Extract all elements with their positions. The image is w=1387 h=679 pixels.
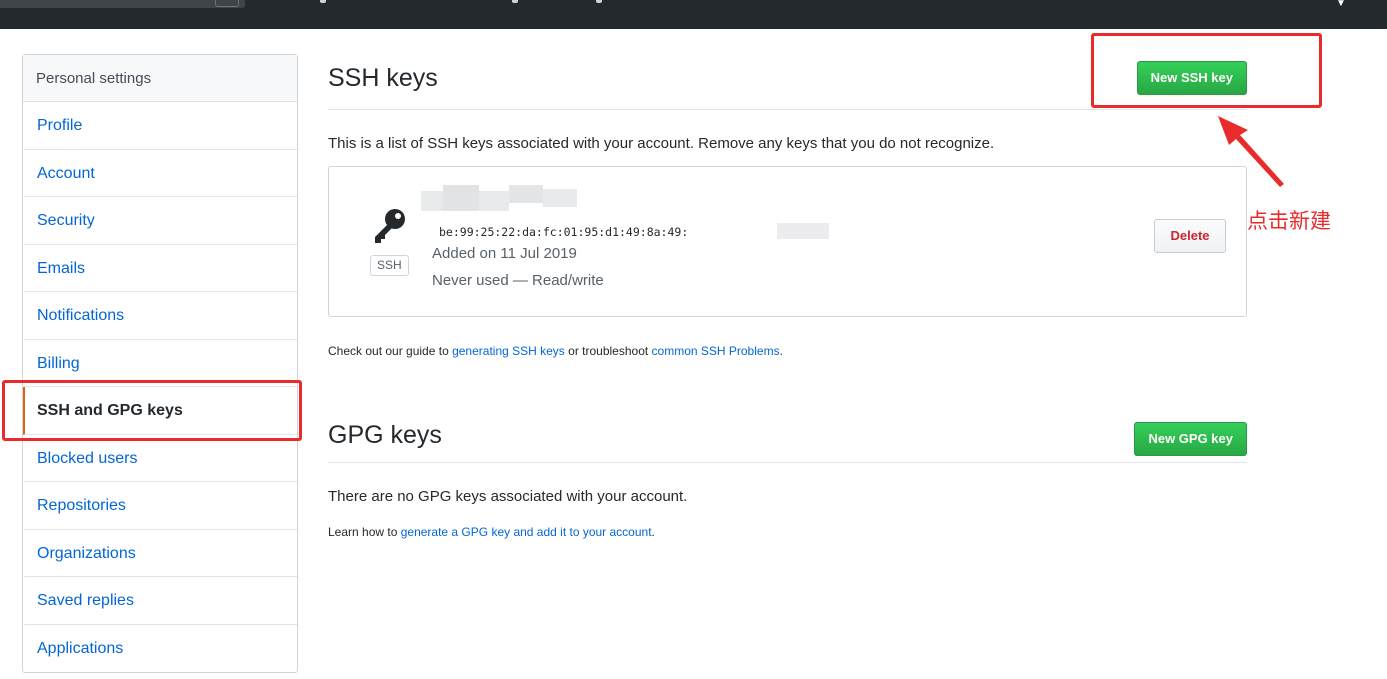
sidebar-item-billing[interactable]: Billing (23, 340, 297, 387)
ssh-keys-title: SSH keys (328, 64, 438, 92)
chevron-down-icon[interactable]: ▼ (1336, 0, 1346, 9)
header-nav-mark (512, 0, 518, 3)
sidebar-item-repositories[interactable]: Repositories (23, 482, 297, 530)
gpg-empty-text: There are no GPG keys associated with yo… (328, 488, 688, 505)
ssh-description: This is a list of SSH keys associated wi… (328, 135, 995, 152)
key-title-redacted (421, 185, 586, 211)
key-fingerprint: be:99:25:22:da:fc:01:95:d1:49:8a:49: (439, 225, 689, 239)
search-shortcut-hint (215, 0, 239, 7)
new-ssh-key-button[interactable]: New SSH key (1136, 61, 1247, 95)
sidebar-item-saved-replies[interactable]: Saved replies (23, 577, 297, 625)
delete-key-button[interactable]: Delete (1154, 219, 1226, 253)
ssh-key-item: SSH be:99:25:22:da:fc:01:95:d1:49:8a:49:… (328, 166, 1247, 317)
header-nav-mark (320, 0, 326, 3)
help-text-middle: or troubleshoot (564, 344, 652, 358)
sidebar-item-organizations[interactable]: Organizations (23, 530, 297, 577)
key-icon (375, 209, 405, 243)
header-nav-mark (596, 0, 602, 3)
sidebar-item-security[interactable]: Security (23, 197, 297, 245)
help-text-prefix: Learn how to (328, 525, 401, 539)
settings-sidebar: Personal settings Profile Account Securi… (22, 54, 298, 673)
help-text-prefix: Check out our guide to (328, 344, 453, 358)
generate-gpg-key-link[interactable]: generate a GPG key and add it to your ac… (401, 525, 652, 539)
sidebar-item-notifications[interactable]: Notifications (23, 292, 297, 340)
main-content: SSH keys New SSH key This is a list of S… (328, 54, 1247, 539)
common-ssh-problems-link[interactable]: common SSH Problems (652, 344, 780, 358)
key-added-date: Added on 11 Jul 2019 (432, 245, 577, 262)
top-header: ▼ (0, 0, 1387, 29)
ssh-badge: SSH (370, 255, 409, 276)
sidebar-item-applications[interactable]: Applications (23, 625, 297, 673)
annotation-arrow-icon (1218, 116, 1284, 187)
sidebar-item-profile[interactable]: Profile (23, 102, 297, 150)
help-text-suffix: . (779, 344, 783, 358)
sidebar-item-account[interactable]: Account (23, 150, 297, 197)
gpg-section-header: GPG keys New GPG key (328, 405, 1247, 463)
gpg-help-text: Learn how to generate a GPG key and add … (328, 525, 1247, 539)
generating-ssh-keys-link[interactable]: generating SSH keys (452, 344, 565, 358)
key-usage: Never used — Read/write (432, 272, 604, 289)
ssh-section-header: SSH keys New SSH key (328, 54, 1247, 110)
ssh-help-text: Check out our guide to generating SSH ke… (328, 344, 1247, 358)
search-input[interactable] (0, 0, 245, 8)
new-gpg-key-button[interactable]: New GPG key (1134, 422, 1247, 456)
sidebar-item-ssh-gpg-keys[interactable]: SSH and GPG keys (23, 387, 297, 435)
fingerprint-redacted (777, 223, 829, 239)
sidebar-item-blocked-users[interactable]: Blocked users (23, 435, 297, 482)
sidebar-heading: Personal settings (23, 55, 297, 102)
annotation-text: 点击新建 (1247, 210, 1331, 233)
gpg-keys-title: GPG keys (328, 421, 442, 449)
help-text-suffix: . (651, 525, 655, 539)
sidebar-item-emails[interactable]: Emails (23, 245, 297, 292)
